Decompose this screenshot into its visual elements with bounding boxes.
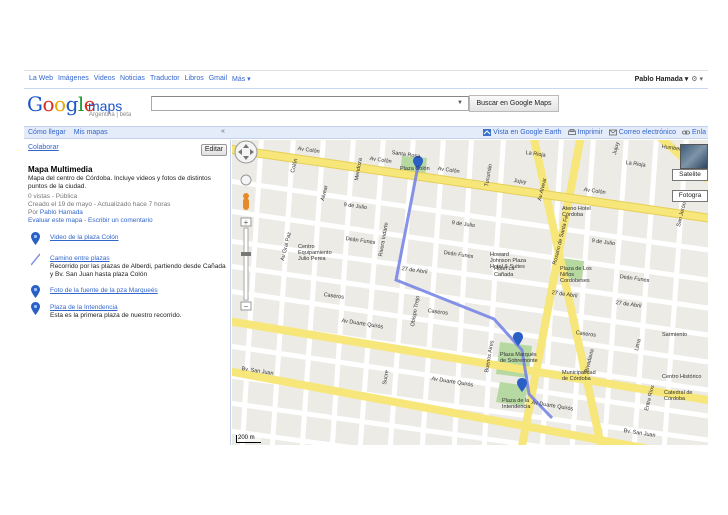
- place-label: Plaza Marqués de Sobremonte: [500, 352, 538, 364]
- user-area: Pablo Hamada ▾ ⚙ ▾: [635, 75, 703, 83]
- place-label: Municipalidad de Córdoba: [562, 370, 596, 382]
- evaluate-link[interactable]: Evaluar este mapa: [28, 217, 82, 224]
- email-label: Correo electrónico: [618, 129, 676, 136]
- logo-subtitle: Argentina | beta: [89, 112, 132, 118]
- nav-news[interactable]: Noticias: [120, 75, 145, 83]
- link-label: Enla: [691, 129, 706, 136]
- google-earth-link[interactable]: Vista en Google Earth: [483, 129, 562, 136]
- place-label: Hotel La Cañada: [494, 266, 515, 278]
- nav-web[interactable]: La Web: [29, 75, 53, 83]
- search-dropdown-icon[interactable]: ▼: [453, 97, 467, 110]
- feature-foto-fuente[interactable]: Foto de la fuente de la pza Marqueés: [28, 285, 228, 299]
- photos-button[interactable]: Fotogra: [672, 190, 708, 202]
- toolbar: Cómo llegar Mis mapas « Vista en Google …: [24, 126, 708, 139]
- feature-description: Esta es la primera plaza de nuestro reco…: [50, 312, 182, 319]
- place-label: Centro Equipamiento Julio Perea: [298, 244, 332, 262]
- nav-videos[interactable]: Videos: [94, 75, 115, 83]
- toolbar-right: Vista en Google Earth Imprimir Correo el…: [483, 129, 706, 136]
- feature-title[interactable]: Plaza de la Intendencia: [50, 304, 118, 311]
- map-views: 0 vistas - Pública: [28, 193, 78, 200]
- user-name[interactable]: Pablo Hamada ▾: [635, 75, 689, 83]
- author-link[interactable]: Pablo Hamada: [40, 209, 83, 216]
- google-top-bar: La Web Imágenes Videos Noticias Traducto…: [24, 71, 708, 89]
- google-earth-label: Vista en Google Earth: [493, 129, 562, 136]
- map-scale: 200 m: [236, 435, 261, 443]
- email-link[interactable]: Correo electrónico: [608, 129, 676, 136]
- print-link[interactable]: Imprimir: [567, 129, 603, 136]
- place-label: Centro Histórico: [662, 374, 702, 380]
- svg-text:+: +: [244, 218, 249, 227]
- link-link[interactable]: Enla: [682, 129, 706, 136]
- map-created: Creado el 19 de mayo - Actualizado hace …: [28, 201, 171, 208]
- feature-title[interactable]: Camino entre plazas: [50, 255, 110, 262]
- search-input[interactable]: [151, 96, 469, 111]
- settings-menu[interactable]: ⚙ ▾: [691, 75, 703, 83]
- search-button[interactable]: Buscar en Google Maps: [469, 95, 559, 112]
- feature-title[interactable]: Video de la plaza Colón: [50, 234, 119, 241]
- collaborate-link[interactable]: Colaborar: [28, 144, 59, 151]
- line-icon: [31, 253, 40, 266]
- collapse-panel-icon[interactable]: «: [221, 128, 225, 135]
- nav-books[interactable]: Libros: [185, 75, 204, 83]
- place-label: Catedral de Córdoba: [664, 390, 693, 402]
- feature-camino-entre-plazas[interactable]: Camino entre plazas Recorrido por las pl…: [28, 253, 228, 285]
- map-roads: [232, 140, 708, 445]
- browser-screen: La Web Imágenes Videos Noticias Traducto…: [24, 70, 708, 445]
- feature-title[interactable]: Foto de la fuente de la pza Marqueés: [50, 287, 158, 294]
- feature-video-plaza-colon[interactable]: Video de la plaza Colón: [28, 232, 228, 246]
- map-author: Por Pablo Hamada: [28, 209, 83, 216]
- nav-gmail[interactable]: Gmail: [209, 75, 227, 83]
- maps-header: Google maps Argentina | beta ▼ Buscar en…: [24, 89, 708, 123]
- nav-images[interactable]: Imágenes: [58, 75, 89, 83]
- place-label: Sarmiento: [662, 332, 688, 338]
- placemark-icon: [31, 302, 40, 315]
- edit-button[interactable]: Editar: [201, 144, 227, 156]
- nav-more[interactable]: Más ▾: [232, 75, 251, 83]
- top-nav: La Web Imágenes Videos Noticias Traducto…: [29, 75, 251, 83]
- google-logo[interactable]: Google: [27, 93, 96, 115]
- feature-plaza-intendencia[interactable]: Plaza de la Intendencia Esta es la prime…: [28, 302, 228, 326]
- my-maps-link[interactable]: Mis mapas: [74, 129, 108, 136]
- comment-link[interactable]: Escribir un comentario: [88, 217, 153, 224]
- svg-text:−: −: [244, 302, 249, 311]
- satellite-button[interactable]: Satelite: [672, 169, 708, 181]
- satellite-thumbnail-icon[interactable]: [680, 144, 708, 169]
- print-label: Imprimir: [577, 129, 603, 136]
- directions-link[interactable]: Cómo llegar: [28, 129, 66, 136]
- place-label: Plaza de Los Niños Cordobeses: [560, 266, 592, 284]
- feature-description: Recorrido por las plazas de Alberdi, par…: [50, 263, 226, 278]
- place-label: Plaza Colón: [400, 166, 430, 172]
- map-description: Mapa del centro de Córdoba. Incluye vide…: [28, 175, 211, 190]
- place-label: Plaza de la Intendencia: [502, 398, 531, 410]
- placemark-icon: [31, 285, 40, 298]
- link-icon: [682, 130, 690, 135]
- map-actions: Evaluar este mapa - Escribir un comentar…: [28, 217, 153, 224]
- earth-icon: [483, 129, 492, 136]
- map-title: Mapa Multimedia: [28, 165, 93, 174]
- map-canvas[interactable]: Av Colón Av Colón Av Colón Av Colón La R…: [232, 140, 708, 445]
- place-label: Ateno Hotel Córdoba: [562, 206, 591, 218]
- side-panel: Colaborar Editar Mapa Multimedia Mapa de…: [24, 140, 231, 445]
- nav-translate[interactable]: Traductor: [150, 75, 180, 83]
- email-icon: [608, 129, 617, 136]
- toolbar-left: Cómo llegar Mis mapas: [28, 129, 108, 136]
- map-navigation-control[interactable]: + −: [232, 140, 262, 330]
- placemark-icon: [31, 232, 40, 245]
- print-icon: [567, 129, 576, 135]
- author-prefix: Por: [28, 209, 40, 216]
